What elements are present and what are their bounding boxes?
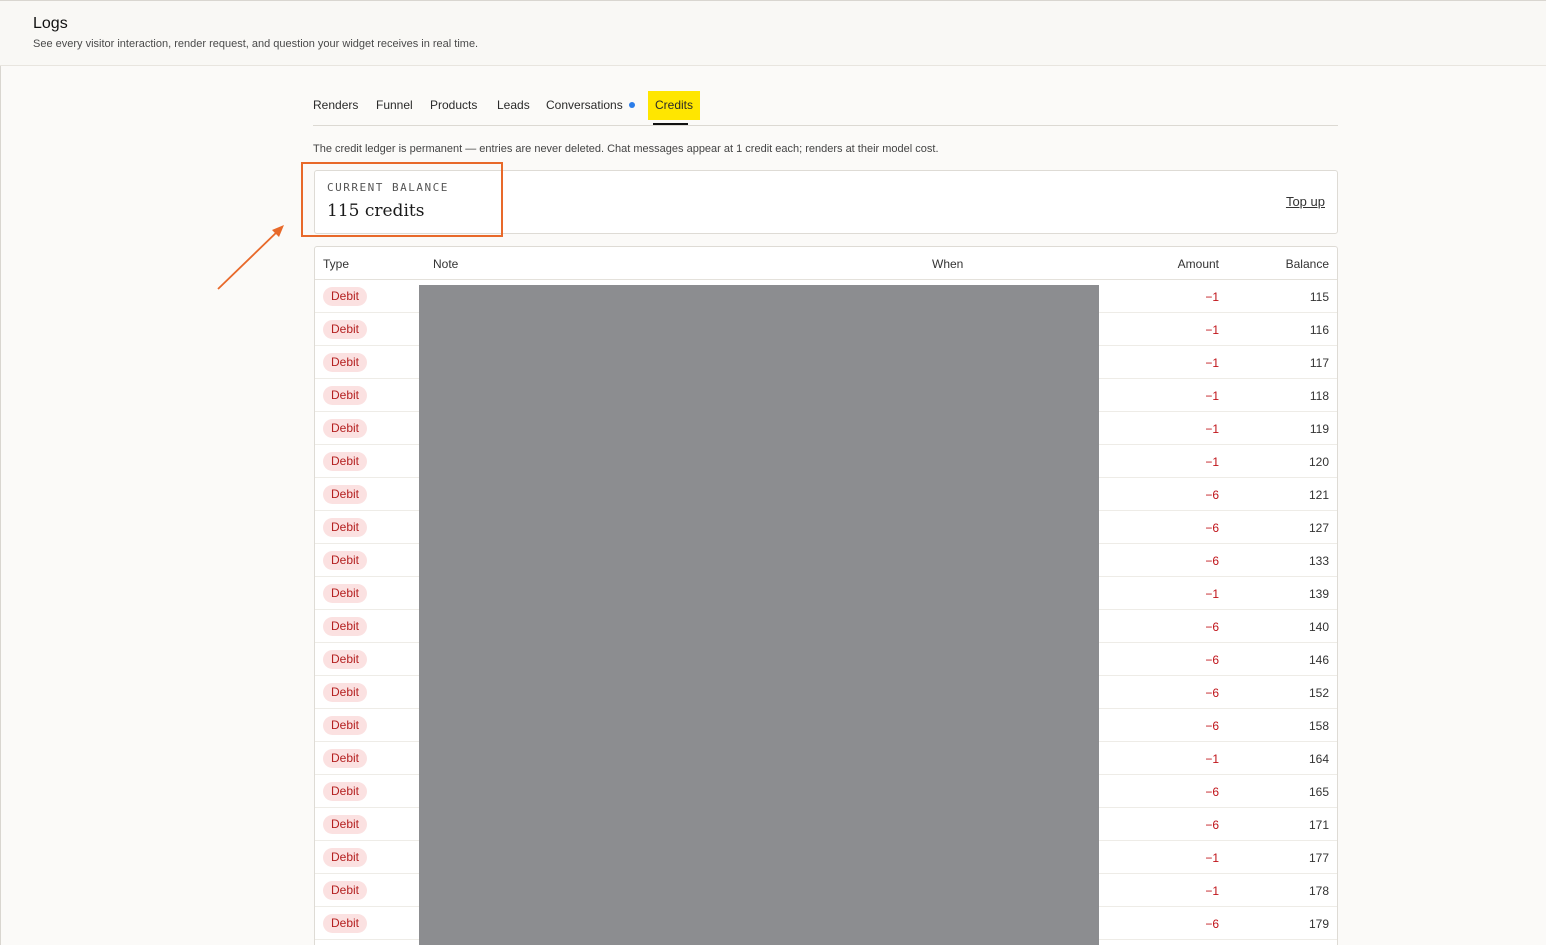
amount-cell: −6 <box>1205 488 1219 502</box>
ledger-note: The credit ledger is permanent — entries… <box>313 143 939 155</box>
logs-tabs: Renders Funnel Products Leads Conversati… <box>313 89 1338 126</box>
type-badge: Debit <box>323 287 368 306</box>
amount-cell: −6 <box>1205 719 1219 733</box>
balance-label: CURRENT BALANCE <box>327 181 449 194</box>
amount-cell: −6 <box>1205 620 1219 634</box>
balance-cell: 140 <box>1308 620 1329 634</box>
amount-cell: −1 <box>1205 290 1219 304</box>
column-header-note: Note <box>433 257 459 271</box>
amount-cell: −1 <box>1205 455 1219 469</box>
type-badge: Debit <box>323 584 368 603</box>
tab-label: Products <box>430 98 478 112</box>
balance-cell: 127 <box>1308 521 1329 535</box>
balance-cell: 158 <box>1308 719 1329 733</box>
amount-cell: −6 <box>1205 521 1219 535</box>
type-badge: Debit <box>323 749 368 768</box>
tab-label: Funnel <box>376 98 413 112</box>
balance-cell: 117 <box>1309 356 1329 370</box>
unread-dot-icon <box>628 102 635 108</box>
amount-cell: −1 <box>1205 884 1219 898</box>
balance-cell: 115 <box>1309 290 1329 304</box>
amount-cell: −6 <box>1205 686 1219 700</box>
tab-conversations[interactable]: Conversations <box>546 89 635 125</box>
type-badge: Debit <box>323 386 368 405</box>
amount-cell: −6 <box>1205 653 1219 667</box>
balance-cell: 164 <box>1308 752 1329 766</box>
balance-value: 115 credits <box>327 201 425 221</box>
balance-cell: 118 <box>1309 389 1329 403</box>
balance-cell: 146 <box>1308 653 1329 667</box>
column-header-when: When <box>932 257 964 271</box>
type-badge: Debit <box>323 320 368 339</box>
balance-cell: 120 <box>1308 455 1329 469</box>
column-header-balance: Balance <box>1285 257 1329 271</box>
balance-cell: 121 <box>1308 488 1329 502</box>
type-badge: Debit <box>323 782 368 801</box>
type-badge: Debit <box>323 452 368 471</box>
amount-cell: −1 <box>1205 356 1219 370</box>
tab-renders[interactable]: Renders <box>313 89 358 125</box>
amount-cell: −1 <box>1205 851 1219 865</box>
page-header: Logs See every visitor interaction, rend… <box>0 1 1546 66</box>
top-up-link[interactable]: Top up <box>1286 194 1325 209</box>
balance-cell: 116 <box>1309 323 1329 337</box>
amount-cell: −1 <box>1205 587 1219 601</box>
balance-cell: 139 <box>1308 587 1329 601</box>
amount-cell: −6 <box>1205 818 1219 832</box>
balance-cell: 179 <box>1308 917 1329 931</box>
type-badge: Debit <box>323 485 368 504</box>
type-badge: Debit <box>323 617 368 636</box>
amount-cell: −1 <box>1205 752 1219 766</box>
tab-label: Renders <box>313 98 359 112</box>
type-badge: Debit <box>323 881 368 900</box>
column-header-amount: Amount <box>1177 257 1219 271</box>
balance-card: CURRENT BALANCE 115 credits Top up <box>314 170 1338 234</box>
type-badge: Debit <box>323 683 368 702</box>
balance-cell: 171 <box>1308 818 1329 832</box>
tab-label: Leads <box>497 98 530 112</box>
amount-cell: −1 <box>1205 323 1219 337</box>
balance-cell: 178 <box>1308 884 1329 898</box>
type-badge: Debit <box>323 551 368 570</box>
amount-cell: −1 <box>1205 422 1219 436</box>
table-header: Type Note When Amount Balance <box>315 247 1337 280</box>
type-badge: Debit <box>323 716 368 735</box>
amount-cell: −6 <box>1205 785 1219 799</box>
amount-cell: −1 <box>1205 389 1219 403</box>
window-left-border <box>0 0 1 945</box>
tab-leads[interactable]: Leads <box>497 89 530 125</box>
tab-credits[interactable]: Credits <box>648 89 701 125</box>
column-header-type: Type <box>323 257 350 271</box>
balance-cell: 133 <box>1308 554 1329 568</box>
balance-cell: 165 <box>1308 785 1329 799</box>
balance-cell: 152 <box>1308 686 1329 700</box>
type-badge: Debit <box>323 914 368 933</box>
redaction-overlay <box>419 285 1099 945</box>
type-badge: Debit <box>323 815 368 834</box>
tab-label: Credits <box>648 91 701 120</box>
tab-products[interactable]: Products <box>430 89 477 125</box>
annotation-arrow-icon <box>217 225 284 290</box>
amount-cell: −6 <box>1205 917 1219 931</box>
type-badge: Debit <box>323 353 368 372</box>
type-badge: Debit <box>323 419 368 438</box>
balance-cell: 119 <box>1309 422 1329 436</box>
page-title: Logs <box>33 15 68 32</box>
tab-label: Conversations <box>546 98 623 112</box>
type-badge: Debit <box>323 650 368 669</box>
page-subtitle: See every visitor interaction, render re… <box>33 38 479 50</box>
type-badge: Debit <box>323 848 368 867</box>
active-tab-underline <box>653 123 689 125</box>
tab-funnel[interactable]: Funnel <box>376 89 413 125</box>
amount-cell: −6 <box>1205 554 1219 568</box>
type-badge: Debit <box>323 518 368 537</box>
balance-cell: 177 <box>1308 851 1329 865</box>
